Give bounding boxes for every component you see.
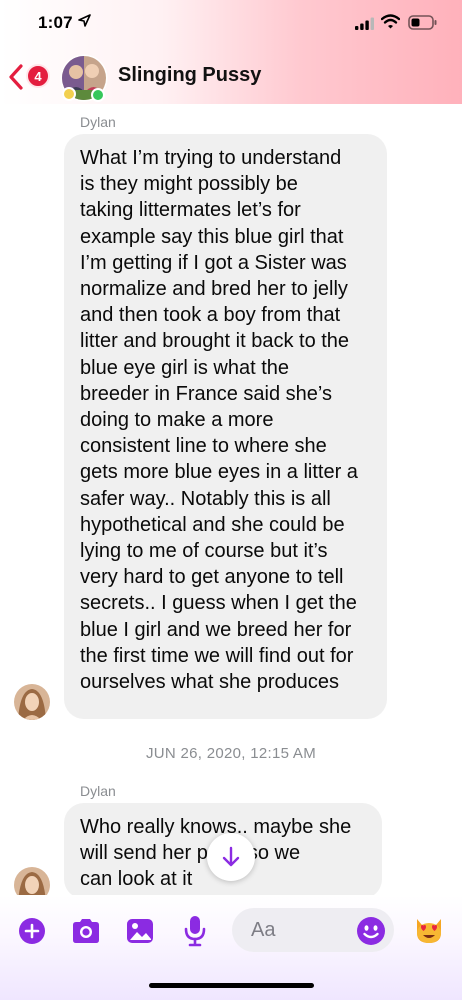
message-bubble[interactable]: What I’m trying to understand is they mi… — [64, 134, 387, 719]
microphone-icon[interactable] — [184, 915, 206, 947]
wifi-icon — [381, 14, 400, 29]
message-input-placeholder: Aa — [251, 919, 276, 941]
arrow-down-icon — [222, 846, 240, 867]
heart-eyes-cat-icon[interactable] — [413, 913, 445, 945]
top-bar: 1:07 4 Slinging Pussy — [0, 0, 462, 104]
composer-bar: Aa — [0, 895, 462, 1000]
status-time: 1:07 — [38, 13, 73, 32]
camera-icon[interactable] — [70, 917, 102, 945]
location-arrow-icon — [78, 14, 91, 27]
group-avatar[interactable] — [60, 54, 108, 102]
unread-badge: 4 — [26, 64, 50, 88]
signal-icon — [355, 17, 374, 30]
battery-icon — [408, 15, 437, 30]
home-indicator — [149, 983, 314, 988]
sender-name: Dylan — [80, 783, 116, 799]
sender-name: Dylan — [80, 114, 116, 130]
back-button[interactable]: 4 — [8, 62, 50, 92]
timestamp: JUN 26, 2020, 12:15 AM — [145, 745, 317, 762]
plus-icon[interactable] — [18, 917, 46, 945]
emoji-icon[interactable] — [356, 916, 386, 946]
photo-icon[interactable] — [126, 917, 154, 945]
avatar[interactable] — [14, 684, 50, 720]
scroll-to-bottom-button[interactable] — [207, 833, 255, 881]
chat-title[interactable]: Slinging Pussy — [118, 64, 261, 87]
chevron-left-icon — [9, 64, 23, 90]
